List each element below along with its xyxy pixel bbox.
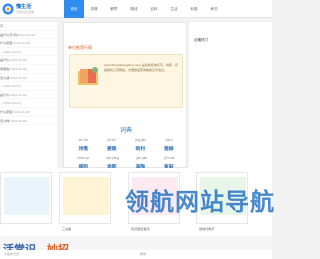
list-item[interactable]: 什么意思(2024-09-03) (0, 39, 57, 48)
pinyin: jiē shī (107, 137, 116, 142)
word-grid: 词典 shī xiě jiē shī jǐng jiàn yǎo lì 诗笺 婆… (69, 125, 183, 171)
word-link[interactable]: 婆路 (107, 145, 117, 152)
nav-item-dictionary[interactable]: 词典 (84, 0, 104, 18)
brand-name[interactable]: 懂生活 (16, 3, 31, 10)
list-item[interactable]: 是什么(2024-09-03) (0, 56, 57, 65)
article-card[interactable] (59, 172, 111, 224)
left-list: 字… 是什么字(词)(2024-09-03) 什么意思(2024-09-03) … (0, 22, 57, 168)
list-item[interactable]: 怎么样(2024-09-03) (0, 117, 57, 126)
right-panel: 近期热门 (189, 22, 272, 168)
list-item[interactable]: 怎么读(2024-09-03) (0, 74, 57, 83)
hero-description: (www.DongShengHuo.com) 是在线查询汉字、拼音、词语等的工具… (104, 63, 178, 72)
brand-tagline: 百科生活小知识 (16, 11, 35, 14)
pinyin: yǎo lì (165, 137, 174, 142)
pinyin: shàn ya (77, 155, 89, 160)
list-item[interactable]: 有哪些(2024-09-03) (0, 65, 57, 74)
word-link[interactable]: 诗笺 (78, 145, 88, 152)
watermark-text: 领航网站导航 (125, 189, 275, 216)
bottom-strip: 大鱼吃方法 教你… (0, 250, 272, 259)
list-item[interactable]: …(2024-09-03) (0, 48, 57, 57)
nav-item-home[interactable]: 首页 (64, 0, 84, 18)
nav-item-route[interactable]: 路线 (124, 0, 144, 18)
pinyin: jiàn jiǎo (136, 155, 148, 160)
card-caption[interactable]: 三文鱼 (62, 226, 71, 231)
pinyin: hàn jiàng (106, 155, 120, 160)
word-row: 诗笺 婆路 刺利 楚楠 (69, 144, 183, 153)
word-link[interactable]: 楚楠 (164, 145, 174, 152)
list-item[interactable]: 是什么(2024-09-03) (0, 91, 57, 100)
hero-card: (www.DongShengHuo.com) 是在线查询汉字、拼音、词语等的工具… (69, 54, 183, 108)
list-item[interactable]: …(2024-09-03) (0, 82, 57, 91)
hero-heading: 单位推荐行情 (68, 45, 92, 50)
card-caption[interactable]: 煤岗托教手 (199, 226, 214, 231)
main-nav: 首页 词典 解梦 路线 百科 生活 科普 养花 (64, 0, 224, 18)
right-heading: 近期热门 (194, 38, 209, 42)
nav-item-science[interactable]: 科普 (184, 0, 204, 18)
article-card[interactable] (0, 172, 52, 224)
nav-item-dream[interactable]: 解梦 (104, 0, 124, 18)
nav-item-encyclopedia[interactable]: 百科 (144, 0, 164, 18)
pinyin-row: shī xiě jiē shī jǐng jiàn yǎo lì (69, 135, 183, 144)
list-item[interactable]: 是什么字(词)(2024-09-03) (0, 31, 57, 40)
card-caption[interactable]: 有道里的首码 (131, 226, 150, 231)
pinyin: shī xiě (78, 137, 88, 142)
list-item[interactable]: 什么意思(2024-09-03) (0, 108, 57, 117)
word-link[interactable]: 刺利 (135, 145, 145, 152)
pinyin: jǐng jiàn (135, 137, 147, 142)
nav-item-flowers[interactable]: 养花 (204, 0, 224, 18)
hero-panel: 单位推荐行情 (www.DongShengHuo.com) 是在线查询汉字、拼音… (63, 22, 187, 171)
dictionary-title: 词典 (119, 128, 132, 134)
card-caption[interactable]: … (3, 226, 6, 230)
bottom-link[interactable]: 教你… (140, 252, 149, 256)
list-item[interactable]: …(2024-09-03) (0, 99, 57, 108)
card-thumbnail (63, 177, 109, 215)
bottom-link[interactable]: 大鱼吃方法 (4, 252, 19, 256)
card-thumbnail (4, 177, 50, 215)
dictionary-icon (78, 67, 98, 85)
list-item[interactable]: 字… (0, 22, 57, 31)
nav-item-life[interactable]: 生活 (164, 0, 184, 18)
pinyin: jiē kuài (164, 155, 175, 160)
top-bar: 懂生活 百科生活小知识 首页 词典 解梦 路线 百科 生活 科普 养花 (0, 0, 272, 18)
pinyin-row: shàn ya hàn jiàng jiàn jiǎo jiē kuài (69, 153, 183, 162)
logo-icon[interactable] (2, 3, 14, 15)
